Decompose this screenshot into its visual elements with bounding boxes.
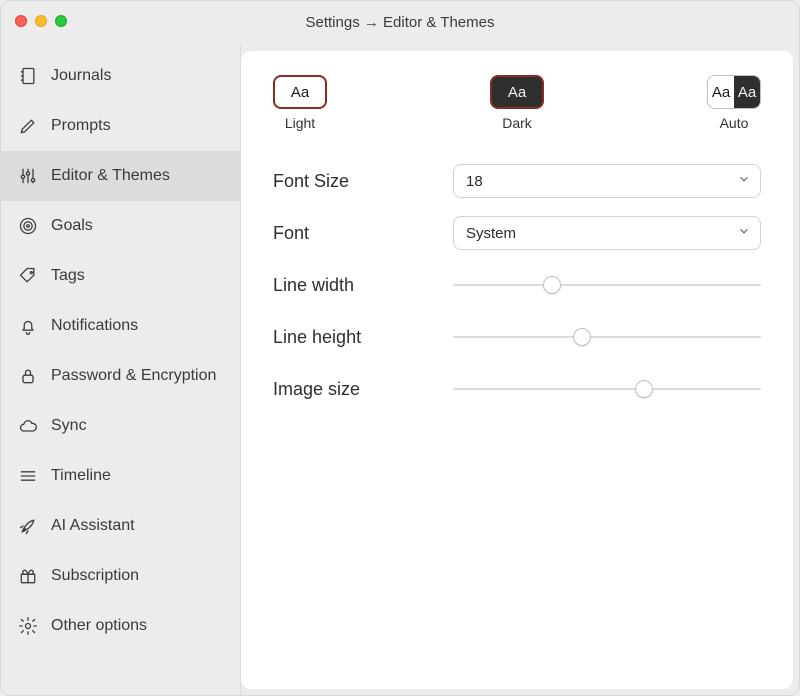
sidebar-item-other[interactable]: Other options [1, 601, 240, 651]
sidebar-item-label: Other options [51, 617, 147, 635]
font-size-select[interactable]: 18 [453, 164, 761, 198]
sidebar-item-label: Password & Encryption [51, 367, 216, 385]
slider-thumb[interactable] [573, 328, 591, 346]
line-width-slider[interactable] [453, 274, 761, 296]
sidebar-item-label: Tags [51, 267, 85, 285]
image-size-row: Image size [269, 363, 765, 415]
sidebar-item-subscription[interactable]: Subscription [1, 551, 240, 601]
list-icon [17, 465, 39, 487]
sidebar-item-label: Editor & Themes [51, 167, 170, 185]
sidebar-item-sync[interactable]: Sync [1, 401, 240, 451]
sidebar-item-label: Journals [51, 67, 111, 85]
sidebar-item-timeline[interactable]: Timeline [1, 451, 240, 501]
sidebar-item-goals[interactable]: Goals [1, 201, 240, 251]
journal-icon [17, 65, 39, 87]
sidebar-item-label: Notifications [51, 317, 138, 335]
slider-track [453, 336, 761, 338]
line-height-row: Line height [269, 311, 765, 363]
zoom-window-button[interactable] [55, 15, 67, 27]
font-select[interactable]: System [453, 216, 761, 250]
theme-light-label: Light [285, 115, 315, 131]
font-value: System [453, 216, 761, 250]
pencil-icon [17, 115, 39, 137]
titlebar: Settings → Editor & Themes [1, 1, 799, 45]
theme-sample-text: Aa [291, 84, 309, 101]
font-size-value: 18 [453, 164, 761, 198]
window-controls [15, 15, 67, 27]
font-size-label: Font Size [273, 171, 453, 192]
settings-window: Settings → Editor & Themes Journals Prom… [0, 0, 800, 696]
sidebar-item-label: AI Assistant [51, 517, 135, 535]
theme-light-swatch: Aa [273, 75, 327, 109]
lock-icon [17, 365, 39, 387]
sidebar-item-label: Goals [51, 217, 93, 235]
minimize-window-button[interactable] [35, 15, 47, 27]
window-title: Settings → Editor & Themes [1, 14, 799, 31]
sidebar-item-editor-themes[interactable]: Editor & Themes [1, 151, 240, 201]
sidebar-item-notifications[interactable]: Notifications [1, 301, 240, 351]
theme-sample-text: Aa [734, 76, 760, 108]
sidebar-item-journals[interactable]: Journals [1, 51, 240, 101]
sidebar-item-password-encryption[interactable]: Password & Encryption [1, 351, 240, 401]
theme-dark[interactable]: Aa Dark [490, 75, 544, 131]
sidebar: Journals Prompts Editor & Themes Goals [1, 45, 241, 695]
slider-track [453, 388, 761, 390]
bell-icon [17, 315, 39, 337]
image-size-label: Image size [273, 379, 453, 400]
theme-auto-label: Auto [720, 115, 749, 131]
theme-picker: Aa Light Aa Dark Aa Aa Auto [273, 75, 761, 131]
slider-track [453, 284, 761, 286]
line-height-slider[interactable] [453, 326, 761, 348]
gear-icon [17, 615, 39, 637]
sidebar-item-label: Sync [51, 417, 87, 435]
gift-icon [17, 565, 39, 587]
rocket-icon [17, 515, 39, 537]
line-height-label: Line height [273, 327, 453, 348]
theme-auto-swatch: Aa Aa [707, 75, 761, 109]
theme-dark-label: Dark [502, 115, 532, 131]
target-icon [17, 215, 39, 237]
sidebar-item-ai-assistant[interactable]: AI Assistant [1, 501, 240, 551]
font-label: Font [273, 223, 453, 244]
sidebar-item-label: Subscription [51, 567, 139, 585]
sidebar-item-label: Prompts [51, 117, 111, 135]
theme-light[interactable]: Aa Light [273, 75, 327, 131]
sliders-icon [17, 165, 39, 187]
theme-auto[interactable]: Aa Aa Auto [707, 75, 761, 131]
settings-content: Aa Light Aa Dark Aa Aa Auto [241, 51, 793, 689]
theme-sample-text: Aa [508, 84, 526, 101]
slider-thumb[interactable] [635, 380, 653, 398]
theme-sample-text: Aa [708, 76, 734, 108]
line-width-label: Line width [273, 275, 453, 296]
sidebar-item-prompts[interactable]: Prompts [1, 101, 240, 151]
close-window-button[interactable] [15, 15, 27, 27]
line-width-row: Line width [269, 259, 765, 311]
window-body: Journals Prompts Editor & Themes Goals [1, 45, 799, 695]
font-size-row: Font Size 18 [269, 155, 765, 207]
sidebar-item-label: Timeline [51, 467, 111, 485]
slider-thumb[interactable] [543, 276, 561, 294]
theme-dark-swatch: Aa [490, 75, 544, 109]
font-row: Font System [269, 207, 765, 259]
image-size-slider[interactable] [453, 378, 761, 400]
cloud-icon [17, 415, 39, 437]
sidebar-item-tags[interactable]: Tags [1, 251, 240, 301]
tag-icon [17, 265, 39, 287]
